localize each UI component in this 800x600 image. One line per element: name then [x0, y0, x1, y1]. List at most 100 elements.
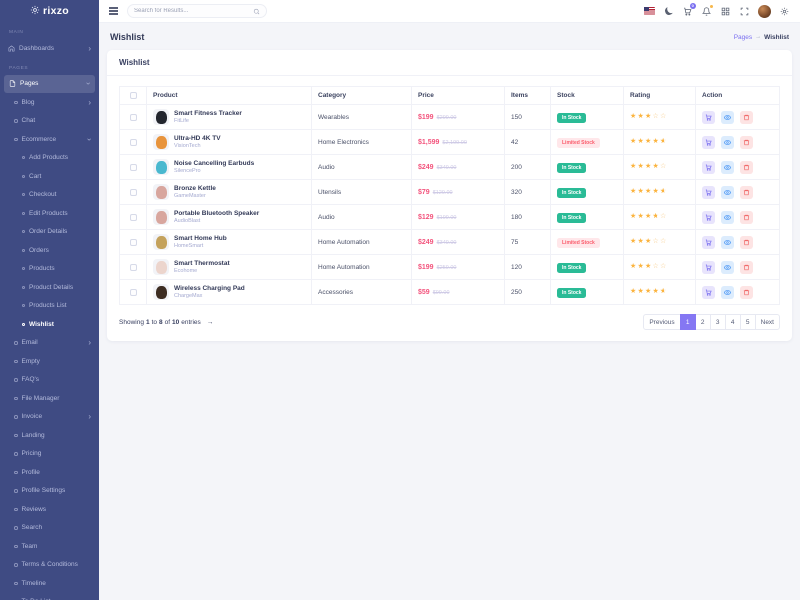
add-to-cart-button[interactable] — [702, 286, 715, 299]
row-checkbox[interactable] — [130, 189, 137, 196]
dark-mode-moon-icon[interactable] — [663, 6, 674, 17]
view-button[interactable] — [721, 236, 734, 249]
apps-grid-icon[interactable] — [720, 6, 731, 17]
fullscreen-icon[interactable] — [739, 6, 750, 17]
row-checkbox[interactable] — [130, 264, 137, 271]
row-checkbox[interactable] — [130, 164, 137, 171]
row-checkbox[interactable] — [130, 289, 137, 296]
add-to-cart-button[interactable] — [702, 236, 715, 249]
star-icon: ★ — [630, 138, 638, 146]
sidebar-item-products[interactable]: Products — [0, 260, 99, 279]
view-button[interactable] — [721, 261, 734, 274]
delete-button[interactable] — [740, 261, 753, 274]
sidebar-item-pricing[interactable]: Pricing — [0, 445, 99, 464]
bullet-icon — [14, 101, 18, 105]
pagination-next[interactable]: Next — [755, 314, 780, 330]
product-price: $249 — [418, 239, 434, 246]
breadcrumb-parent[interactable]: Pages — [734, 34, 752, 41]
search-box[interactable] — [127, 4, 267, 18]
pagination-previous[interactable]: Previous — [643, 314, 680, 330]
sidebar-item-email[interactable]: Email› — [0, 334, 99, 353]
delete-button[interactable] — [740, 236, 753, 249]
pagination-page-3[interactable]: 3 — [710, 314, 726, 330]
brand[interactable]: rixzo — [0, 0, 99, 22]
product-brand: GameMaster — [174, 193, 216, 199]
sidebar-item-checkout[interactable]: Checkout — [0, 186, 99, 205]
sidebar-item-ecommerce[interactable]: Ecommerce› — [0, 130, 99, 149]
sidebar-item-blog[interactable]: Blog› — [0, 93, 99, 112]
sidebar-item-timeline[interactable]: Timeline — [0, 574, 99, 593]
settings-gear-icon[interactable] — [779, 6, 790, 17]
delete-button[interactable] — [740, 286, 753, 299]
view-button[interactable] — [721, 286, 734, 299]
stock-badge: In Stock — [557, 163, 586, 173]
card-title: Wishlist — [107, 50, 792, 76]
sidebar-item-chat[interactable]: Chat — [0, 112, 99, 131]
cart-icon[interactable]: 0 — [682, 6, 693, 17]
sidebar-item-pages[interactable]: Pages › — [4, 75, 95, 94]
add-to-cart-button[interactable] — [702, 111, 715, 124]
delete-button[interactable] — [740, 161, 753, 174]
sidebar-item-cart[interactable]: Cart — [0, 167, 99, 186]
sidebar-item-faq-s[interactable]: FAQ's — [0, 371, 99, 390]
add-to-cart-button[interactable] — [702, 161, 715, 174]
product-brand: Ecohome — [174, 268, 230, 274]
view-button[interactable] — [721, 136, 734, 149]
pagination-page-4[interactable]: 4 — [725, 314, 741, 330]
select-all-checkbox[interactable] — [130, 92, 137, 99]
sidebar-item-product-details[interactable]: Product Details — [0, 278, 99, 297]
sidebar-item-order-details[interactable]: Order Details — [0, 223, 99, 242]
add-to-cart-button[interactable] — [702, 186, 715, 199]
sidebar-item-reviews[interactable]: Reviews — [0, 500, 99, 519]
add-to-cart-button[interactable] — [702, 136, 715, 149]
delete-button[interactable] — [740, 111, 753, 124]
sidebar-item-orders[interactable]: Orders — [0, 241, 99, 260]
sidebar-item-empty[interactable]: Empty — [0, 352, 99, 371]
sidebar-item-edit-products[interactable]: Edit Products — [0, 204, 99, 223]
view-button[interactable] — [721, 211, 734, 224]
row-checkbox[interactable] — [130, 214, 137, 221]
sidebar-item-file-manager[interactable]: File Manager — [0, 389, 99, 408]
pagination-page-2[interactable]: 2 — [695, 314, 711, 330]
row-checkbox[interactable] — [130, 139, 137, 146]
search-icon — [253, 8, 260, 15]
delete-button[interactable] — [740, 136, 753, 149]
star-icon: ★ — [638, 238, 646, 246]
search-input[interactable] — [134, 8, 253, 14]
product-image — [153, 184, 169, 200]
sidebar-item-dashboards[interactable]: Dashboards › — [0, 39, 99, 58]
pagination-page-5[interactable]: 5 — [740, 314, 756, 330]
sidebar-item-profile[interactable]: Profile — [0, 463, 99, 482]
sidebar-item-terms-conditions[interactable]: Terms & Conditions — [0, 556, 99, 575]
sidebar-item-to-do-list[interactable]: To Do List — [0, 593, 99, 600]
row-checkbox[interactable] — [130, 114, 137, 121]
delete-button[interactable] — [740, 186, 753, 199]
view-button[interactable] — [721, 186, 734, 199]
sidebar-item-team[interactable]: Team — [0, 537, 99, 556]
bullet-icon — [14, 397, 18, 401]
language-flag-icon[interactable] — [644, 7, 655, 15]
sidebar-item-wishlist[interactable]: Wishlist — [0, 315, 99, 334]
sidebar-item-invoice[interactable]: Invoice› — [0, 408, 99, 427]
menu-toggle-icon[interactable] — [109, 7, 118, 14]
add-to-cart-button[interactable] — [702, 211, 715, 224]
sidebar-item-search[interactable]: Search — [0, 519, 99, 538]
notifications-bell-icon[interactable] — [701, 6, 712, 17]
sidebar-item-products-list[interactable]: Products List — [0, 297, 99, 316]
bullet-icon — [22, 212, 25, 215]
star-icon: ★ — [645, 188, 653, 196]
row-checkbox[interactable] — [130, 239, 137, 246]
pagination-page-1[interactable]: 1 — [680, 314, 696, 330]
sidebar-item-profile-settings[interactable]: Profile Settings — [0, 482, 99, 501]
table-header-row: Product Category Price Items Stock Ratin… — [120, 87, 780, 105]
sidebar-item-landing[interactable]: Landing — [0, 426, 99, 445]
add-to-cart-button[interactable] — [702, 261, 715, 274]
notification-dot — [710, 5, 714, 9]
product-image — [153, 284, 169, 300]
sidebar-item-add-products[interactable]: Add Products — [0, 149, 99, 168]
view-button[interactable] — [721, 111, 734, 124]
delete-button[interactable] — [740, 211, 753, 224]
avatar[interactable] — [758, 5, 771, 18]
view-button[interactable] — [721, 161, 734, 174]
product-items: 320 — [505, 180, 551, 205]
